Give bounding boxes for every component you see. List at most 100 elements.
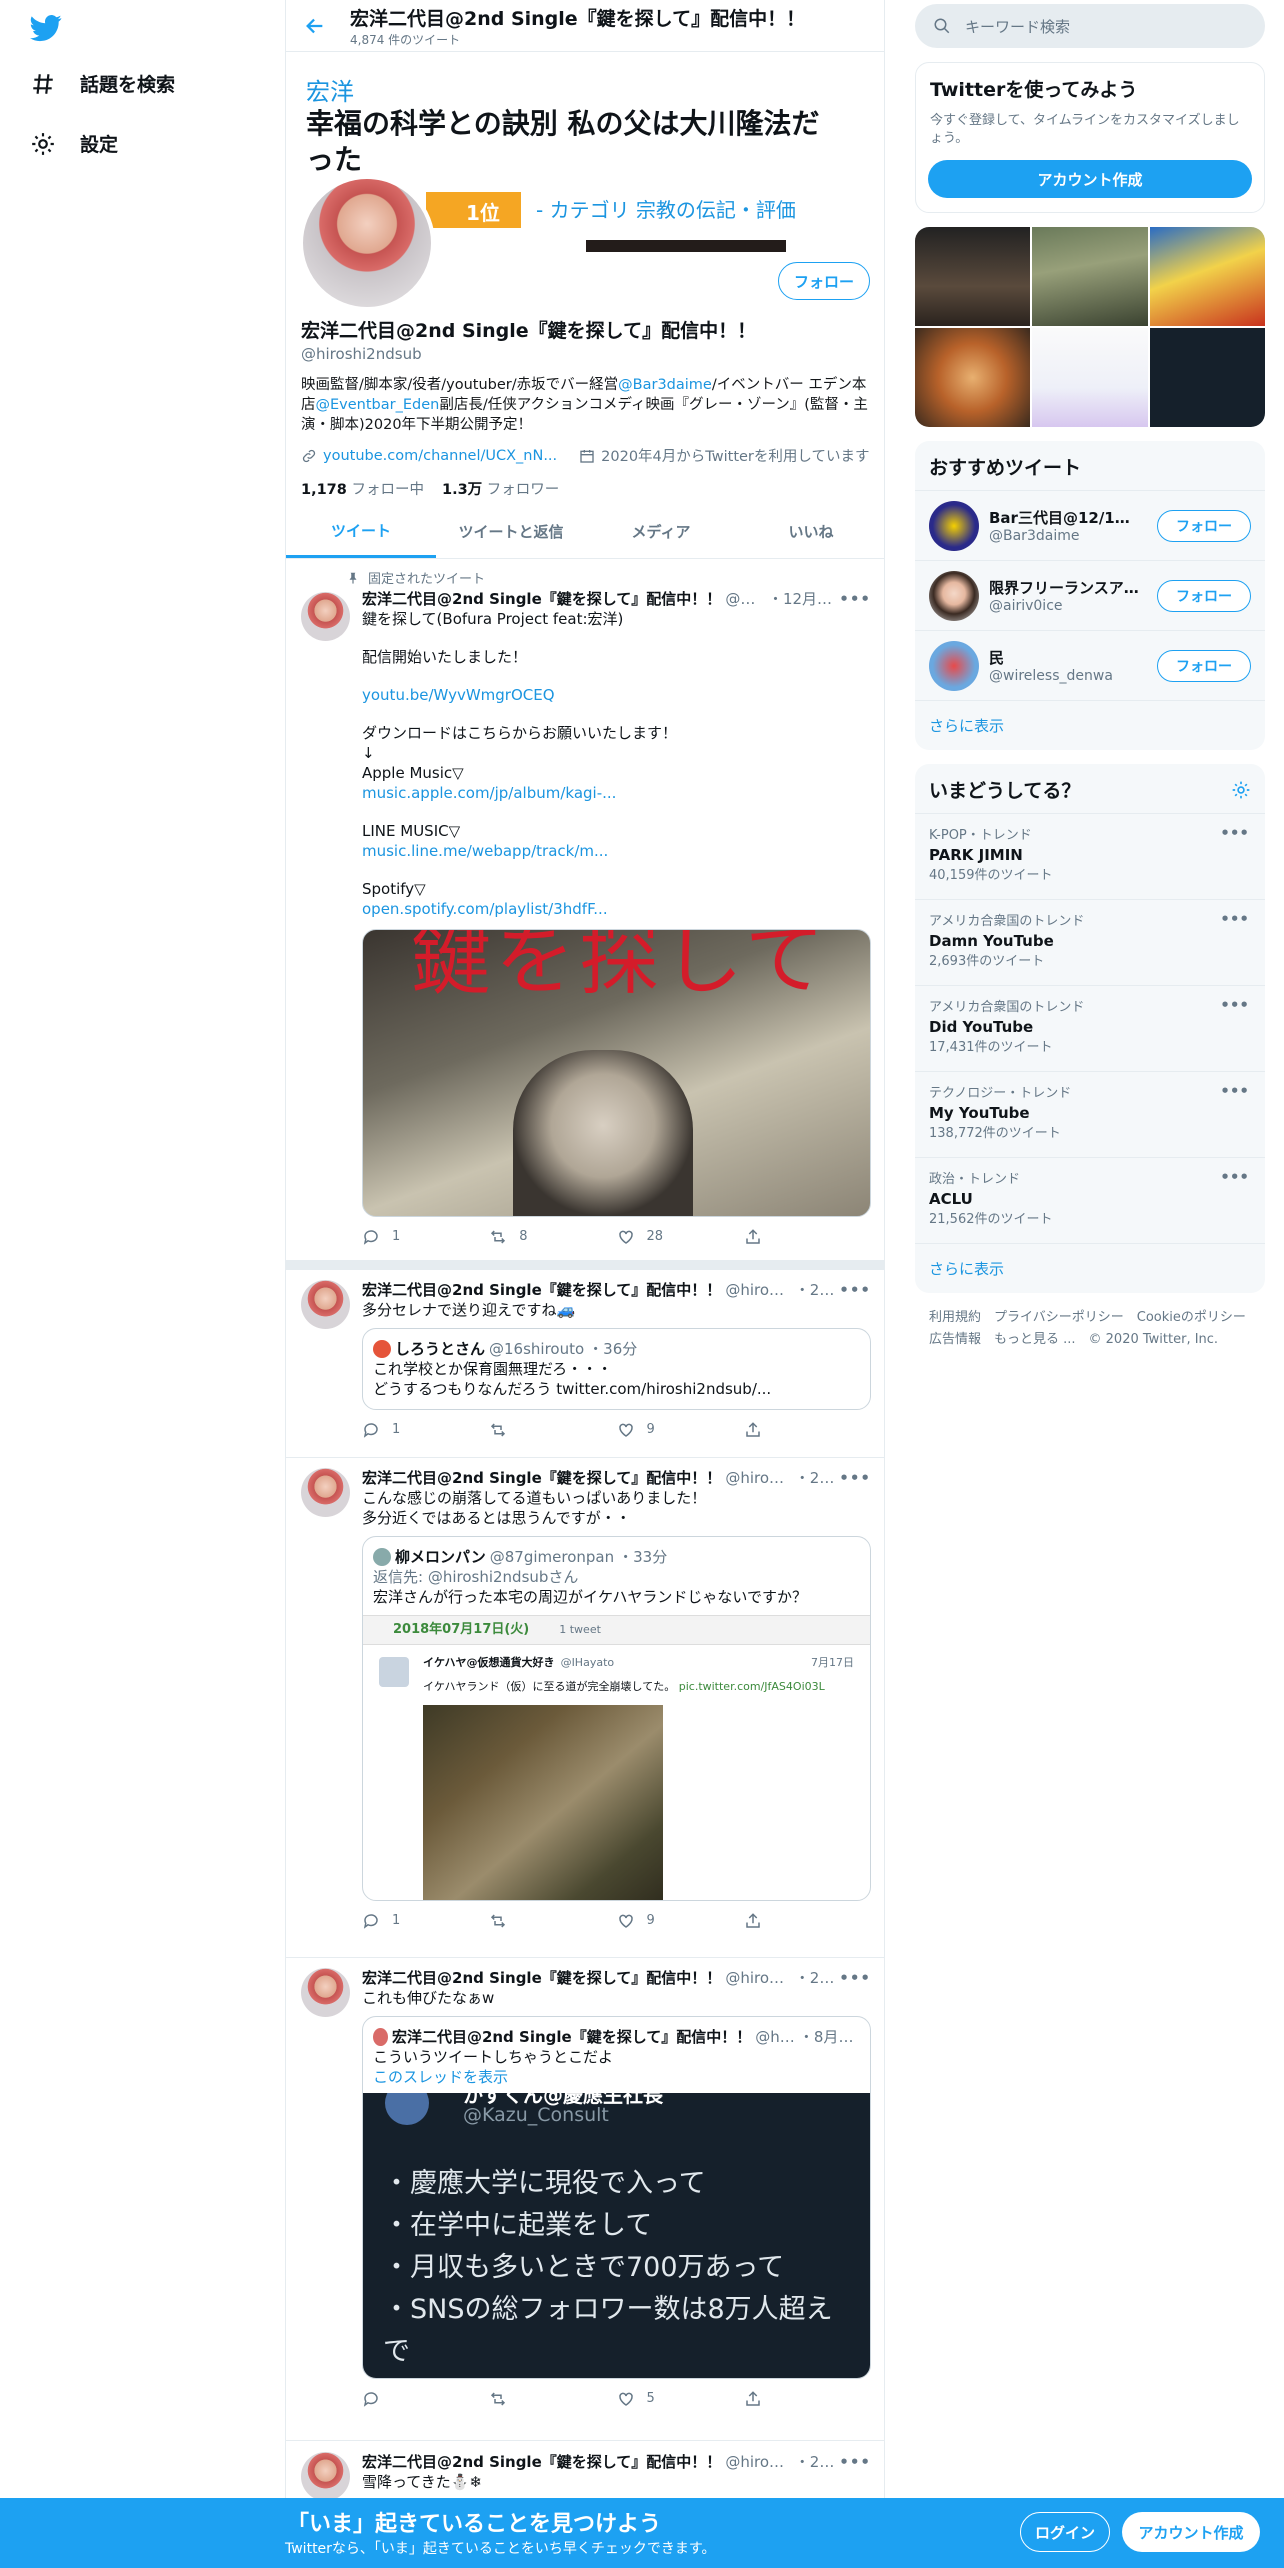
follow-button[interactable]: フォロー bbox=[778, 262, 870, 300]
tweet-link-line[interactable]: music.line.me/webapp/track/m... bbox=[362, 842, 608, 860]
login-button[interactable]: ログイン bbox=[1020, 2512, 1110, 2552]
media-thumb[interactable] bbox=[915, 227, 1031, 326]
retweet-button[interactable] bbox=[489, 2389, 616, 2409]
followers-stat[interactable]: 1.3万 フォロワー bbox=[442, 478, 559, 499]
quoted-tweet[interactable]: 宏洋二代目@2nd Single『鍵を探して』配信中！！@hir...・8月23… bbox=[362, 2016, 871, 2379]
tab-tweets-replies[interactable]: ツイートと返信 bbox=[436, 505, 586, 558]
media-thumb[interactable] bbox=[1149, 227, 1265, 326]
trend-item[interactable]: アメリカ合衆国のトレンド Damn YouTube 2,693件のツイート ••• bbox=[915, 899, 1265, 985]
reply-button[interactable]: 1 bbox=[362, 1420, 489, 1440]
share-button[interactable] bbox=[744, 2389, 871, 2409]
share-button[interactable] bbox=[744, 1420, 871, 1440]
tab-likes[interactable]: いいね bbox=[736, 505, 884, 558]
profile-avatar[interactable] bbox=[299, 175, 435, 311]
tweet-author-name[interactable]: 宏洋二代目@2nd Single『鍵を探して』配信中！！ bbox=[362, 1468, 721, 1488]
tweet-image[interactable]: 鍵を探して bbox=[362, 929, 871, 1217]
more-icon[interactable]: ••• bbox=[839, 589, 871, 609]
twitter-logo-icon[interactable] bbox=[30, 12, 62, 44]
reply-button[interactable] bbox=[362, 2389, 489, 2409]
recommend-item[interactable]: Bar三代目@12/14ウ...@Bar3daime フォロー bbox=[915, 490, 1265, 560]
share-button[interactable] bbox=[744, 1911, 871, 1931]
more-icon[interactable]: ••• bbox=[839, 2452, 871, 2472]
quoted-tweet[interactable]: 柳メロンパン @87gimeronpan ・33分 返信先: @hiroshi2nd… bbox=[362, 1536, 871, 1901]
media-thumb[interactable] bbox=[1032, 328, 1148, 427]
tweet-author-name[interactable]: 宏洋二代目@2nd Single『鍵を探して』配信中！！ bbox=[362, 1280, 721, 1300]
recommend-item[interactable]: 民 @wireless_denwa フォロー bbox=[915, 630, 1265, 700]
like-button[interactable]: 9 bbox=[617, 1420, 744, 1440]
embed-link[interactable]: pic.twitter.com/JfAS4Oi03L bbox=[679, 1680, 825, 1693]
recommend-follow-button[interactable]: フォロー bbox=[1157, 509, 1251, 542]
retweet-button[interactable]: 8 bbox=[489, 1227, 616, 1247]
tab-media[interactable]: メディア bbox=[586, 505, 736, 558]
tweet-avatar[interactable] bbox=[301, 2452, 350, 2501]
trends-show-more[interactable]: さらに表示 bbox=[915, 1243, 1265, 1293]
quoted-tweet[interactable]: しろうとさん @16shirouto ・36分 これ学校とか保育園無理だろ・・・ ど… bbox=[362, 1328, 871, 1410]
retweet-button[interactable] bbox=[489, 1420, 616, 1440]
quote-image[interactable]: かずくん@慶應生社長 @Kazu_Consult ・慶應大学に現役で入って ・在… bbox=[363, 2093, 870, 2378]
footer-line[interactable]: 広告情報 もっと見る ... © 2020 Twitter, Inc. bbox=[929, 1329, 1251, 1351]
retweet-button[interactable] bbox=[489, 1911, 616, 1931]
tweet-time[interactable]: ・12月13日 bbox=[768, 589, 835, 609]
more-icon[interactable]: ••• bbox=[1220, 824, 1249, 842]
tweet-avatar[interactable] bbox=[301, 1968, 350, 2017]
tweet-author-name[interactable]: 宏洋二代目@2nd Single『鍵を探して』配信中！！ bbox=[362, 589, 721, 609]
gear-icon[interactable] bbox=[1231, 780, 1251, 800]
tweet-time[interactable]: ・22分 bbox=[795, 1968, 835, 1988]
bio-link-eventbar[interactable]: @Eventbar_Eden bbox=[316, 397, 440, 413]
media-thumb[interactable] bbox=[1149, 328, 1265, 427]
tweet[interactable]: 宏洋二代目@2nd Single『鍵を探して』配信中！！ @hiroshi...… bbox=[286, 1268, 884, 1458]
tweet[interactable]: 宏洋二代目@2nd Single『鍵を探して』配信中！！ @hiroshi...… bbox=[286, 1956, 884, 2441]
tweet-link-youtube[interactable]: youtu.be/WyvWmgrOCEQ bbox=[362, 686, 555, 704]
following-stat[interactable]: 1,178 フォロー中 bbox=[301, 478, 424, 499]
tweet-avatar[interactable] bbox=[301, 592, 350, 641]
more-icon[interactable]: ••• bbox=[1220, 1168, 1249, 1186]
more-icon[interactable]: ••• bbox=[839, 1968, 871, 1988]
bio-link-bar3daime[interactable]: @Bar3daime bbox=[618, 377, 712, 393]
trend-item[interactable]: テクノロジー・トレンド My YouTube 138,772件のツイート ••• bbox=[915, 1071, 1265, 1157]
tweet-pinned[interactable]: 固定されたツイート 宏洋二代目@2nd Single『鍵を探して』配信中！！ @… bbox=[286, 560, 884, 1270]
footer-line[interactable]: 利用規約 プライバシーポリシー Cookieのポリシー bbox=[929, 1307, 1251, 1329]
tweet-time[interactable]: ・23分 bbox=[795, 2452, 835, 2472]
embed-image[interactable] bbox=[423, 1705, 663, 1900]
tweet-author-name[interactable]: 宏洋二代目@2nd Single『鍵を探して』配信中！！ bbox=[362, 2452, 721, 2472]
more-icon[interactable]: ••• bbox=[1220, 910, 1249, 928]
tweet-time[interactable]: ・22分 bbox=[795, 1468, 835, 1488]
tweet-link-spotify[interactable]: open.spotify.com/playlist/3hdfF... bbox=[362, 900, 608, 918]
recommend-follow-button[interactable]: フォロー bbox=[1157, 579, 1251, 612]
profile-url-link[interactable]: youtube.com/channel/UCX_nN... bbox=[323, 448, 557, 464]
recommend-follow-button[interactable]: フォロー bbox=[1157, 649, 1251, 682]
tweet-avatar[interactable] bbox=[301, 1468, 350, 1517]
tweet-link-apple[interactable]: music.apple.com/jp/album/kagi-... bbox=[362, 784, 616, 802]
search-input[interactable]: キーワード検索 bbox=[915, 4, 1265, 48]
more-icon[interactable]: ••• bbox=[839, 1468, 871, 1488]
media-thumb[interactable] bbox=[1032, 227, 1148, 326]
trend-item[interactable]: 政治・トレンド ACLU 21,562件のツイート ••• bbox=[915, 1157, 1265, 1243]
create-account-button[interactable]: アカウント作成 bbox=[928, 160, 1252, 198]
show-thread-link[interactable]: このスレッドを表示 bbox=[373, 2067, 860, 2087]
nav-explore[interactable]: 話題を検索 bbox=[30, 70, 175, 97]
like-button[interactable]: 9 bbox=[617, 1911, 744, 1931]
nav-settings[interactable]: 設定 bbox=[30, 130, 118, 157]
tweet-author-name[interactable]: 宏洋二代目@2nd Single『鍵を探して』配信中！！ bbox=[362, 1968, 721, 1988]
reply-button[interactable]: 1 bbox=[362, 1911, 489, 1931]
trend-item[interactable]: アメリカ合衆国のトレンド Did YouTube 17,431件のツイート ••• bbox=[915, 985, 1265, 1071]
more-icon[interactable]: ••• bbox=[1220, 1082, 1249, 1100]
reply-button[interactable]: 1 bbox=[362, 1227, 489, 1247]
tab-tweets[interactable]: ツイート bbox=[286, 505, 436, 558]
more-icon[interactable]: ••• bbox=[1220, 996, 1249, 1014]
trend-count: 17,431件のツイート bbox=[929, 1040, 1053, 1055]
recommend-item[interactable]: 限界フリーランスア... @airiv0ice フォロー bbox=[915, 560, 1265, 630]
tweet-time[interactable]: ・21分 bbox=[795, 1280, 835, 1300]
back-arrow-icon[interactable] bbox=[304, 15, 326, 37]
more-icon[interactable]: ••• bbox=[839, 1280, 871, 1300]
like-button[interactable]: 28 bbox=[617, 1227, 744, 1247]
tweet-avatar[interactable] bbox=[301, 1280, 350, 1329]
trend-item[interactable]: K-POP・トレンド PARK JIMIN 40,159件のツイート ••• bbox=[915, 813, 1265, 899]
media-thumb[interactable] bbox=[915, 328, 1031, 427]
tweet[interactable]: 宏洋二代目@2nd Single『鍵を探して』配信中！！ @hiroshi...… bbox=[286, 1456, 884, 1958]
signup-button[interactable]: アカウント作成 bbox=[1122, 2512, 1260, 2552]
share-button[interactable] bbox=[744, 1227, 871, 1247]
profile-url[interactable]: youtube.com/channel/UCX_nN... bbox=[301, 448, 557, 464]
like-button[interactable]: 5 bbox=[617, 2389, 744, 2409]
recommend-show-more[interactable]: さらに表示 bbox=[915, 700, 1265, 750]
